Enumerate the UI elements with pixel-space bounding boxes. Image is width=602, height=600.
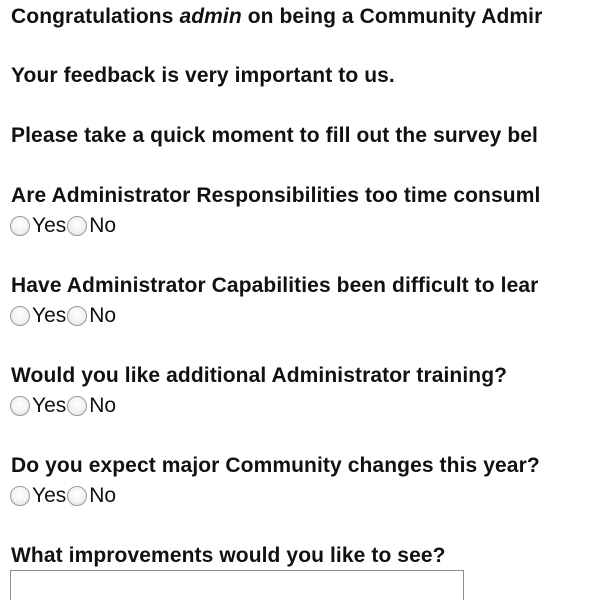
congratulations-message: Congratulations admin on being a Communi… (11, 5, 542, 29)
no-radio[interactable] (67, 396, 88, 416)
yes-option[interactable]: Yes (10, 484, 67, 508)
no-label[interactable]: No (89, 484, 116, 508)
improvements-textarea[interactable] (10, 570, 464, 600)
no-option[interactable]: No (67, 484, 117, 508)
yes-option[interactable]: Yes (10, 214, 67, 238)
no-option[interactable]: No (67, 394, 117, 418)
yes-radio[interactable] (10, 216, 30, 236)
yes-label[interactable]: Yes (32, 394, 66, 418)
question-changes-label: Do you expect major Community changes th… (11, 454, 540, 477)
yes-radio[interactable] (10, 396, 30, 416)
question-capabilities-label: Have Administrator Capabilities been dif… (11, 274, 539, 297)
improvements-label: What improvements would you like to see? (11, 544, 446, 567)
question-responsibilities-options: Yes No (10, 213, 117, 239)
no-label[interactable]: No (89, 394, 116, 418)
no-label[interactable]: No (89, 214, 116, 238)
no-radio[interactable] (67, 216, 88, 236)
admin-username: admin (179, 5, 242, 28)
yes-radio[interactable] (10, 486, 30, 506)
no-option[interactable]: No (67, 214, 117, 238)
no-radio[interactable] (67, 486, 88, 506)
yes-label[interactable]: Yes (32, 484, 66, 508)
feedback-message: Your feedback is very important to us. (11, 64, 395, 87)
yes-label[interactable]: Yes (32, 214, 66, 238)
no-option[interactable]: No (67, 304, 117, 328)
question-training-label: Would you like additional Administrator … (11, 364, 508, 387)
congrats-prefix: Congratulations (11, 5, 180, 28)
yes-option[interactable]: Yes (10, 394, 67, 418)
question-responsibilities-label: Are Administrator Responsibilities too t… (11, 184, 541, 207)
congrats-suffix: on being a Community Admir (241, 5, 543, 28)
question-capabilities-options: Yes No (10, 303, 117, 329)
yes-option[interactable]: Yes (10, 304, 67, 328)
no-label[interactable]: No (89, 304, 116, 328)
survey-instructions: Please take a quick moment to fill out t… (11, 124, 538, 147)
question-training-options: Yes No (10, 393, 117, 419)
no-radio[interactable] (67, 306, 88, 326)
yes-label[interactable]: Yes (32, 304, 66, 328)
question-changes-options: Yes No (10, 483, 117, 509)
yes-radio[interactable] (10, 306, 30, 326)
